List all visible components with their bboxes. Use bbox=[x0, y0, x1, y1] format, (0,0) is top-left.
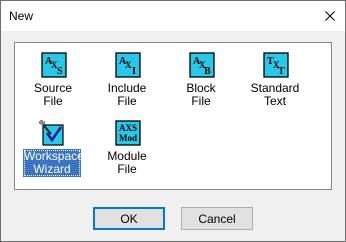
block-file-icon: A X B bbox=[189, 52, 215, 78]
workspace-wizard-icon bbox=[39, 120, 64, 146]
ok-button[interactable]: OK bbox=[93, 207, 165, 230]
standard-text-icon: T X T bbox=[263, 52, 289, 78]
include-file-icon: A X I bbox=[115, 52, 141, 78]
block-file-label: Block File bbox=[186, 81, 216, 108]
module-file-item[interactable]: AXS Mod Module File bbox=[97, 117, 157, 176]
standard-text-label: Standard Text bbox=[250, 81, 300, 108]
svg-text:Mod: Mod bbox=[119, 133, 137, 143]
svg-text:B: B bbox=[204, 66, 211, 77]
module-file-icon: AXS Mod bbox=[115, 120, 141, 146]
workspace-wizard-item[interactable]: Workspace Wizard bbox=[21, 117, 84, 176]
cancel-button[interactable]: Cancel bbox=[181, 207, 253, 230]
source-file-icon: A X S bbox=[41, 52, 67, 78]
svg-text:AXS: AXS bbox=[119, 123, 137, 133]
svg-text:I: I bbox=[132, 66, 136, 77]
new-dialog: New A X S Source File A X I Include File… bbox=[0, 0, 346, 242]
file-type-list[interactable]: A X S Source File A X I Include File A X B bbox=[14, 42, 332, 190]
source-file-item[interactable]: A X S Source File bbox=[23, 49, 83, 108]
source-file-label: Source File bbox=[33, 81, 73, 108]
module-file-label: Module File bbox=[107, 149, 147, 176]
include-file-label: Include File bbox=[107, 81, 147, 108]
include-file-item[interactable]: A X I Include File bbox=[97, 49, 157, 108]
svg-text:T: T bbox=[278, 66, 285, 77]
close-button[interactable] bbox=[315, 1, 345, 31]
standard-text-item[interactable]: T X T Standard Text bbox=[245, 49, 305, 108]
workspace-wizard-label: Workspace Wizard bbox=[24, 149, 84, 176]
svg-text:S: S bbox=[57, 66, 63, 77]
block-file-item[interactable]: A X B Block File bbox=[171, 49, 231, 108]
dialog-title: New bbox=[9, 9, 34, 23]
close-icon bbox=[325, 11, 335, 21]
title-bar[interactable]: New bbox=[1, 1, 345, 31]
svg-text:X: X bbox=[125, 60, 132, 70]
